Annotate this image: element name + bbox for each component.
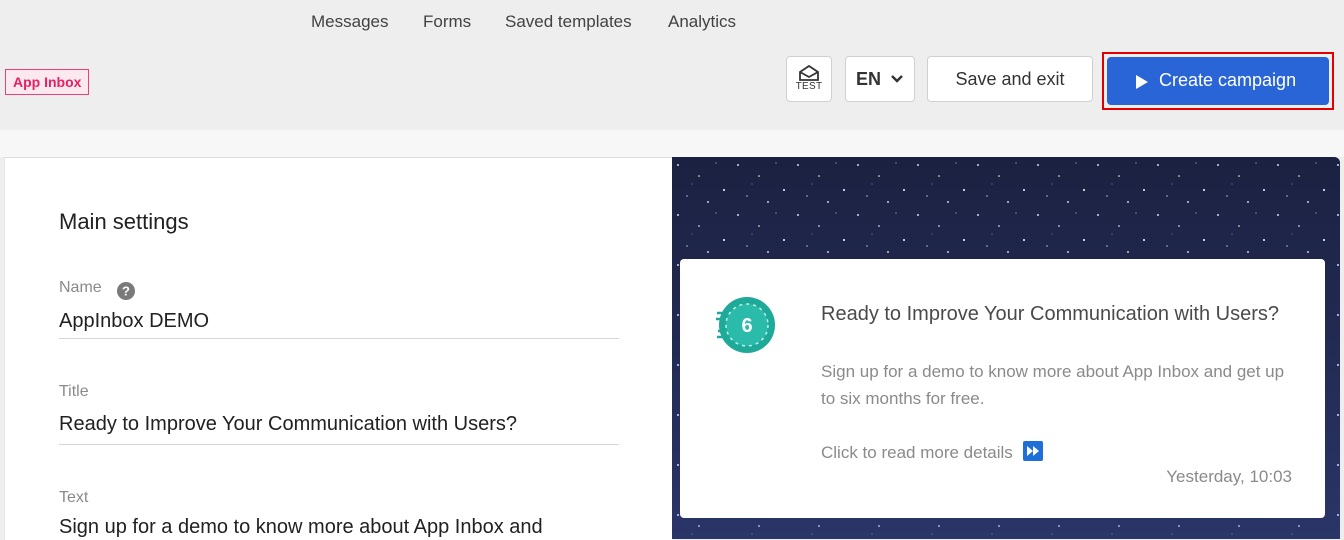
chevron-down-icon bbox=[891, 75, 903, 83]
nav-messages[interactable]: Messages bbox=[311, 12, 388, 32]
channel-badge: App Inbox bbox=[5, 69, 90, 95]
language-select[interactable]: EN bbox=[845, 56, 915, 102]
create-campaign-label: Create campaign bbox=[1159, 70, 1297, 90]
name-input[interactable]: AppInbox DEMO bbox=[59, 310, 209, 333]
app-logo-icon: 6 bbox=[716, 297, 775, 353]
preview-link[interactable]: Click to read more details bbox=[821, 441, 1043, 463]
nav-analytics[interactable]: Analytics bbox=[668, 12, 736, 32]
create-campaign-highlight: Create campaign bbox=[1102, 52, 1334, 110]
envelope-open-icon bbox=[799, 65, 819, 81]
app-logo-number: 6 bbox=[741, 315, 752, 337]
svg-text:?: ? bbox=[122, 284, 130, 299]
title-input[interactable]: Ready to Improve Your Communication with… bbox=[59, 413, 517, 436]
play-icon bbox=[1136, 75, 1148, 89]
title-label: Title bbox=[59, 383, 89, 400]
help-icon[interactable]: ? bbox=[117, 282, 135, 300]
content-gutter bbox=[0, 130, 1344, 157]
preview-timestamp: Yesterday, 10:03 bbox=[1166, 467, 1292, 486]
section-title: Main settings bbox=[59, 209, 189, 234]
name-underline bbox=[59, 338, 619, 339]
nav-forms[interactable]: Forms bbox=[423, 12, 471, 32]
main-settings-panel: Main settings Name ? AppInbox DEMO Title… bbox=[4, 157, 673, 540]
top-navigation: Messages Forms Saved templates Analytics bbox=[0, 0, 1344, 44]
preview-link-label: Click to read more details bbox=[821, 443, 1013, 462]
inbox-message-card[interactable]: 6 Ready to Improve Your Communication wi… bbox=[680, 259, 1325, 518]
text-input[interactable]: Sign up for a demo to know more about Ap… bbox=[59, 516, 543, 539]
preview-text: Sign up for a demo to know more about Ap… bbox=[821, 362, 1285, 408]
title-underline bbox=[59, 444, 619, 445]
language-value: EN bbox=[856, 69, 882, 89]
test-label: TEST bbox=[795, 81, 823, 92]
preview-title: Ready to Improve Your Communication with… bbox=[821, 303, 1279, 325]
preview-panel: 6 Ready to Improve Your Communication wi… bbox=[672, 157, 1340, 539]
fast-forward-icon bbox=[1022, 441, 1043, 461]
save-and-exit-button[interactable]: Save and exit bbox=[927, 56, 1093, 102]
test-send-button[interactable]: TEST bbox=[786, 56, 832, 102]
create-campaign-button[interactable]: Create campaign bbox=[1107, 57, 1329, 105]
text-label: Text bbox=[59, 489, 89, 506]
nav-saved-templates[interactable]: Saved templates bbox=[505, 12, 632, 32]
name-label: Name bbox=[59, 279, 102, 296]
